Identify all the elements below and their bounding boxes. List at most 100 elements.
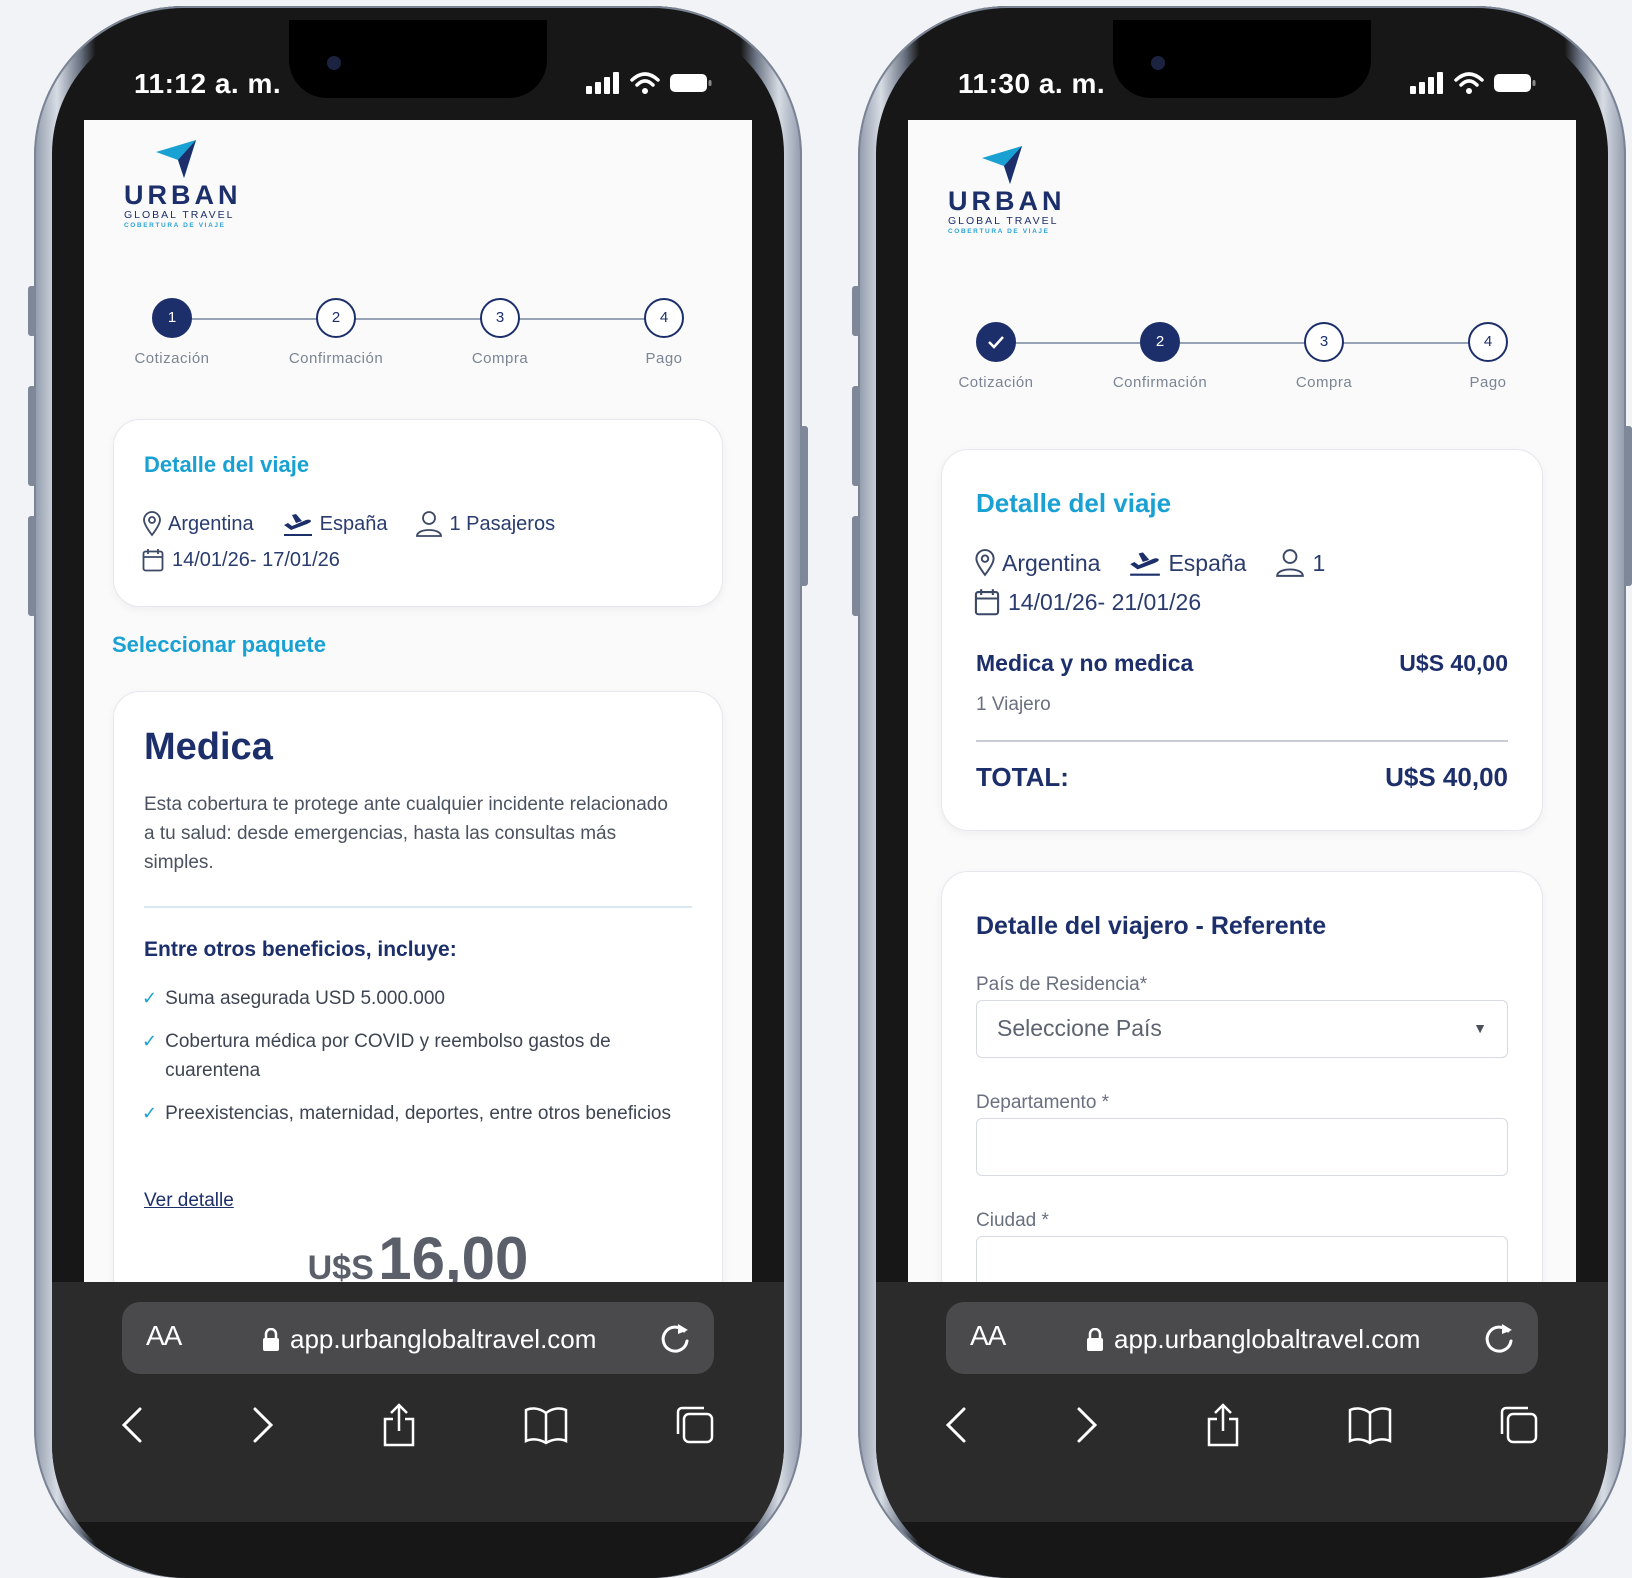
- step-label: Pago: [1469, 374, 1507, 391]
- destination: España: [1128, 549, 1246, 577]
- step-cotizacion[interactable]: 1 Cotización: [112, 298, 232, 367]
- trip-dates: 14/01/26- 21/01/26: [1008, 588, 1202, 615]
- passengers: 1 Pasajeros: [415, 510, 555, 538]
- side-button: [800, 426, 808, 586]
- share-icon[interactable]: [381, 1403, 417, 1447]
- progress-stepper: Cotización 2 Confirmación 3 Compra 4 Pag…: [942, 322, 1532, 402]
- forward-icon[interactable]: [251, 1405, 275, 1445]
- trip-detail-title: Detalle del viaje: [144, 452, 310, 477]
- tabs-icon[interactable]: [1498, 1404, 1540, 1446]
- package-card[interactable]: Medica Esta cobertura te protege ante cu…: [114, 692, 722, 1282]
- step-number: 2: [1140, 322, 1180, 362]
- check-icon: ✓: [142, 1103, 158, 1123]
- plane-logo-icon: [982, 146, 1022, 184]
- status-time: 11:12 a. m.: [134, 68, 282, 99]
- trip-summary-card: Detalle del viaje Argentina España 1 14/…: [942, 450, 1542, 830]
- status-icons: [1410, 72, 1536, 94]
- step-number: 3: [1304, 322, 1344, 362]
- browser-nav: [924, 1400, 1560, 1450]
- status-bar: 11:30 a. m.: [876, 20, 1608, 120]
- destination-text: España: [1168, 549, 1247, 576]
- back-icon[interactable]: [944, 1405, 968, 1445]
- brand-logo[interactable]: URBAN GLOBAL TRAVEL COBERTURA DE VIAJE: [948, 146, 1068, 235]
- benefit-item: ✓ Cobertura médica por COVID y reembolso …: [142, 1027, 682, 1085]
- bookmarks-icon[interactable]: [524, 1405, 568, 1445]
- plane-departure-icon: [283, 514, 312, 536]
- summary-divider: [976, 740, 1508, 742]
- brand-tagline: COBERTURA DE VIAJE: [124, 222, 226, 229]
- step-number: 3: [480, 298, 520, 338]
- lock-icon: [263, 1327, 279, 1351]
- trip-dates: 14/01/26- 17/01/26: [172, 548, 340, 571]
- price-currency: U$S: [307, 1249, 374, 1282]
- side-button: [28, 286, 36, 336]
- text-size-button[interactable]: AA: [146, 1320, 182, 1352]
- check-icon: ✓: [142, 1031, 158, 1051]
- step-label: Confirmación: [1112, 374, 1208, 391]
- battery-icon: [1494, 74, 1536, 92]
- package-title: Medica: [144, 726, 273, 768]
- package-description: Esta cobertura te protege ante cualquier…: [144, 794, 668, 873]
- origin-text: Argentina: [168, 512, 254, 535]
- check-icon: [976, 322, 1016, 362]
- benefits-list: ✓ Suma asegurada USD 5.000.000 ✓ Cobertura…: [142, 984, 682, 1142]
- address-bar[interactable]: AA app.urbanglobaltravel.com: [946, 1302, 1538, 1374]
- benefit-item: ✓ Suma asegurada USD 5.000.000: [142, 984, 682, 1013]
- page-screen: URBAN GLOBAL TRAVEL COBERTURA DE VIAJE 1…: [84, 120, 752, 1282]
- step-number: 2: [316, 298, 356, 338]
- page-screen: URBAN GLOBAL TRAVEL COBERTURA DE VIAJE C…: [908, 120, 1576, 1282]
- destination: España: [282, 511, 387, 537]
- step-compra[interactable]: 3 Compra: [1264, 322, 1384, 391]
- step-confirmacion[interactable]: 2 Confirmación: [1100, 322, 1220, 391]
- phone-left: 11:12 a. m. URBAN GLOBAL TRAVEL COBERTUR…: [28, 6, 808, 1578]
- origin: Argentina: [142, 511, 254, 537]
- chevron-down-icon: ▼: [1473, 1020, 1487, 1036]
- share-icon[interactable]: [1205, 1403, 1241, 1447]
- brand-subtitle: GLOBAL TRAVEL: [124, 209, 235, 221]
- reload-icon[interactable]: [658, 1320, 692, 1356]
- step-confirmacion[interactable]: 2 Confirmación: [276, 298, 396, 367]
- passengers: 1: [1274, 548, 1325, 578]
- step-cotizacion[interactable]: Cotización: [936, 322, 1056, 391]
- user-icon: [416, 511, 443, 537]
- country-select[interactable]: Seleccione País ▼: [976, 1000, 1508, 1058]
- trip-route-row: Argentina España 1: [974, 548, 1345, 578]
- reload-icon[interactable]: [1482, 1320, 1516, 1356]
- stepper-line: [172, 318, 668, 320]
- city-input[interactable]: [976, 1236, 1508, 1282]
- summary-item-name: Medica y no medica: [976, 650, 1194, 676]
- location-pin-icon: [143, 511, 161, 537]
- department-input[interactable]: [976, 1118, 1508, 1176]
- calendar-icon: [974, 589, 1000, 616]
- address-bar[interactable]: AA app.urbanglobaltravel.com: [122, 1302, 714, 1374]
- camera-icon: [1151, 56, 1165, 70]
- browser-nav: [100, 1400, 736, 1450]
- text-size-button[interactable]: AA: [970, 1320, 1006, 1352]
- package-price: U$S 16,00: [114, 1224, 722, 1282]
- back-icon[interactable]: [120, 1405, 144, 1445]
- traveler-form-title: Detalle del viajero - Referente: [976, 912, 1327, 940]
- side-button: [28, 516, 36, 616]
- phone-right: 11:30 a. m. URBAN GLOBAL TRAVEL COBERTUR…: [852, 6, 1632, 1578]
- progress-stepper: 1 Cotización 2 Confirmación 3 Compra 4 P…: [118, 298, 708, 378]
- step-compra[interactable]: 3 Compra: [440, 298, 560, 367]
- step-pago[interactable]: 4 Pago: [604, 298, 724, 367]
- stepper-line: [996, 342, 1492, 344]
- benefit-text: Cobertura médica por COVID y reembolso g…: [165, 1031, 611, 1081]
- status-bar: 11:12 a. m.: [52, 20, 784, 120]
- tabs-icon[interactable]: [674, 1404, 716, 1446]
- side-button: [852, 386, 860, 486]
- step-label: Confirmación: [288, 350, 384, 367]
- city-label: Ciudad *: [976, 1210, 1049, 1231]
- price-amount: 16,00: [378, 1225, 529, 1282]
- user-icon: [1276, 549, 1305, 577]
- trip-detail-card: Detalle del viaje Argentina España 1 Pas…: [114, 420, 722, 606]
- department-label: Departamento *: [976, 1092, 1110, 1113]
- bookmarks-icon[interactable]: [1348, 1405, 1392, 1445]
- summary-item-price: U$S 40,00: [1399, 650, 1508, 676]
- forward-icon[interactable]: [1075, 1405, 1099, 1445]
- step-pago[interactable]: 4 Pago: [1428, 322, 1548, 391]
- url-display: app.urbanglobaltravel.com: [1086, 1324, 1420, 1355]
- view-detail-link[interactable]: Ver detalle: [144, 1190, 234, 1212]
- brand-logo[interactable]: URBAN GLOBAL TRAVEL COBERTURA DE VIAJE: [124, 140, 244, 229]
